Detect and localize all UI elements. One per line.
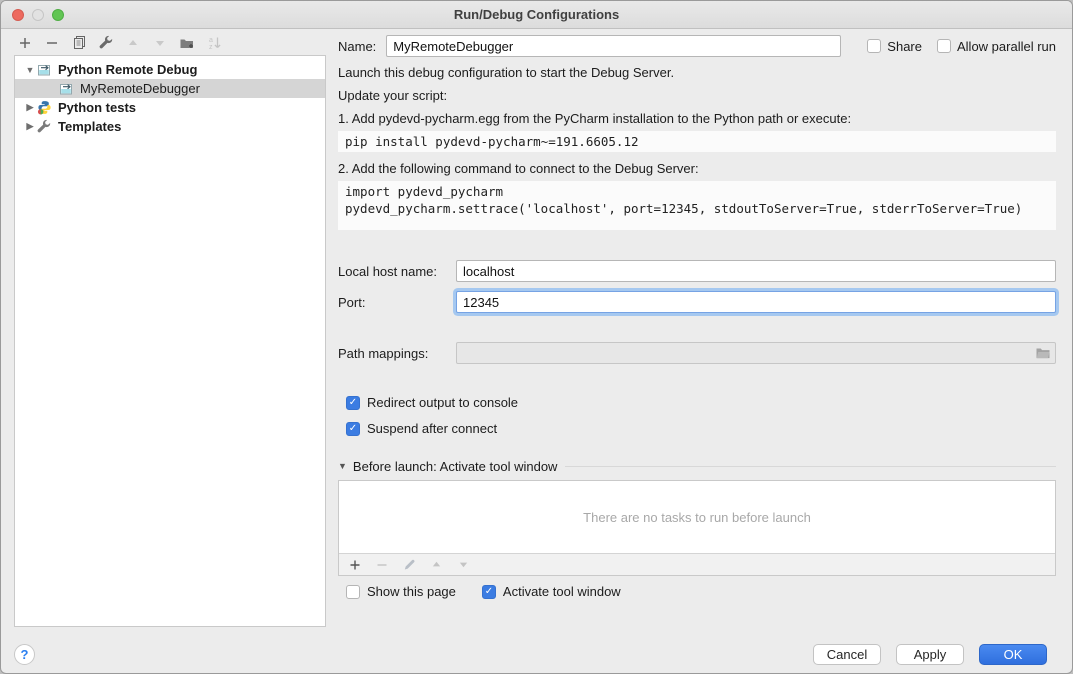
- tree-item-python-tests[interactable]: ▶ Python tests: [15, 98, 325, 117]
- instruction-line-1: Launch this debug configuration to start…: [338, 65, 1056, 81]
- share-checkbox[interactable]: [867, 39, 881, 53]
- python-tests-icon: [37, 100, 53, 116]
- allow-parallel-run-label: Allow parallel run: [957, 39, 1056, 54]
- move-task-down-icon[interactable]: [456, 558, 470, 572]
- checkmark-icon: ✓: [349, 398, 357, 408]
- copy-configuration-icon[interactable]: [71, 35, 87, 51]
- minimize-window-button[interactable]: [32, 9, 44, 21]
- ok-button[interactable]: OK: [979, 644, 1047, 665]
- name-label: Name:: [338, 39, 376, 54]
- tree-item-label: Python Remote Debug: [58, 62, 197, 77]
- help-button[interactable]: ?: [14, 644, 35, 665]
- svg-text:a: a: [209, 37, 213, 44]
- move-task-up-icon[interactable]: [429, 558, 443, 572]
- remote-debug-icon: [37, 62, 53, 78]
- path-mappings-label: Path mappings:: [338, 346, 456, 361]
- tree-item-label: Python tests: [58, 100, 136, 115]
- tree-item-label: Templates: [58, 119, 121, 134]
- allow-parallel-checkbox-group: Allow parallel run: [937, 39, 1056, 54]
- question-mark-icon: ?: [21, 647, 29, 662]
- name-input[interactable]: [386, 35, 841, 57]
- checkmark-icon: ✓: [349, 424, 357, 434]
- checkmark-icon: ✓: [485, 587, 493, 597]
- show-this-page-label: Show this page: [367, 584, 456, 599]
- activate-tool-window-label: Activate tool window: [503, 584, 621, 599]
- show-this-page-checkbox[interactable]: [346, 585, 360, 599]
- expand-arrow-icon[interactable]: ▶: [23, 121, 37, 132]
- edit-defaults-wrench-icon[interactable]: [98, 35, 114, 51]
- path-mappings-field[interactable]: [456, 342, 1056, 364]
- pip-install-command: pip install pydevd-pycharm~=191.6605.12: [338, 131, 1056, 152]
- close-window-button[interactable]: [12, 9, 24, 21]
- move-down-icon[interactable]: [152, 35, 168, 51]
- tree-item-label: MyRemoteDebugger: [80, 81, 200, 96]
- section-divider: [565, 466, 1056, 467]
- window-title: Run/Debug Configurations: [1, 7, 1072, 22]
- local-host-name-label: Local host name:: [338, 264, 456, 279]
- instruction-line-2: Update your script:: [338, 88, 1056, 104]
- edit-task-pencil-icon[interactable]: [402, 558, 416, 572]
- instruction-step-1: 1. Add pydevd-pycharm.egg from the PyCha…: [338, 111, 1056, 127]
- before-launch-task-list: There are no tasks to run before launch: [338, 480, 1056, 576]
- port-label: Port:: [338, 295, 456, 310]
- configuration-editor: Name: Share Allow parallel run Launch th…: [331, 30, 1072, 635]
- configurations-sidebar: az ▼ Python Remote Debug MyRemoteDebugge…: [1, 30, 331, 635]
- remove-task-button[interactable]: [375, 558, 389, 572]
- configurations-tree: ▼ Python Remote Debug MyRemoteDebugger ▶: [14, 55, 326, 627]
- code-line-1: import pydevd_pycharm: [345, 183, 1049, 200]
- suspend-after-connect-label: Suspend after connect: [367, 421, 497, 436]
- instruction-step-2: 2. Add the following command to connect …: [338, 161, 1056, 177]
- allow-parallel-run-checkbox[interactable]: [937, 39, 951, 53]
- redirect-output-checkbox[interactable]: ✓: [346, 396, 360, 410]
- collapse-arrow-icon[interactable]: ▼: [338, 461, 347, 471]
- before-launch-toolbar: [339, 553, 1055, 575]
- empty-tasks-message: There are no tasks to run before launch: [339, 481, 1055, 553]
- before-launch-title: Before launch: Activate tool window: [353, 459, 558, 474]
- new-folder-icon[interactable]: [179, 35, 195, 51]
- collapse-arrow-icon[interactable]: ▼: [23, 65, 37, 75]
- browse-folder-icon[interactable]: [1035, 346, 1051, 360]
- apply-button[interactable]: Apply: [896, 644, 964, 665]
- traffic-lights: [12, 1, 64, 29]
- activate-tool-window-checkbox[interactable]: ✓: [482, 585, 496, 599]
- cancel-button[interactable]: Cancel: [813, 644, 881, 665]
- zoom-window-button[interactable]: [52, 9, 64, 21]
- local-host-name-input[interactable]: [456, 260, 1056, 282]
- redirect-output-label: Redirect output to console: [367, 395, 518, 410]
- run-debug-configurations-dialog: Run/Debug Configurations: [0, 0, 1073, 674]
- sidebar-toolbar: az: [1, 30, 331, 55]
- sort-alphabetically-icon[interactable]: az: [206, 35, 222, 51]
- expand-arrow-icon[interactable]: ▶: [23, 102, 37, 113]
- code-line-2: pydevd_pycharm.settrace('localhost', por…: [345, 200, 1049, 217]
- before-launch-header[interactable]: ▼ Before launch: Activate tool window: [338, 458, 1056, 474]
- port-input[interactable]: [456, 291, 1056, 313]
- tree-item-myremotedebugger[interactable]: MyRemoteDebugger: [15, 79, 325, 98]
- add-configuration-button[interactable]: [17, 35, 33, 51]
- svg-text:z: z: [209, 44, 213, 51]
- move-up-icon[interactable]: [125, 35, 141, 51]
- tree-item-python-remote-debug[interactable]: ▼ Python Remote Debug: [15, 60, 325, 79]
- suspend-after-connect-checkbox[interactable]: ✓: [346, 422, 360, 436]
- settrace-code-block: import pydevd_pycharm pydevd_pycharm.set…: [338, 181, 1056, 230]
- add-task-button[interactable]: [348, 558, 362, 572]
- templates-wrench-icon: [37, 119, 53, 135]
- titlebar: Run/Debug Configurations: [1, 1, 1072, 29]
- remove-configuration-button[interactable]: [44, 35, 60, 51]
- tree-item-templates[interactable]: ▶ Templates: [15, 117, 325, 136]
- share-checkbox-group: Share: [867, 39, 922, 54]
- share-label: Share: [887, 39, 922, 54]
- dialog-footer: ? Cancel Apply OK: [1, 635, 1072, 673]
- remote-debug-icon: [59, 81, 75, 97]
